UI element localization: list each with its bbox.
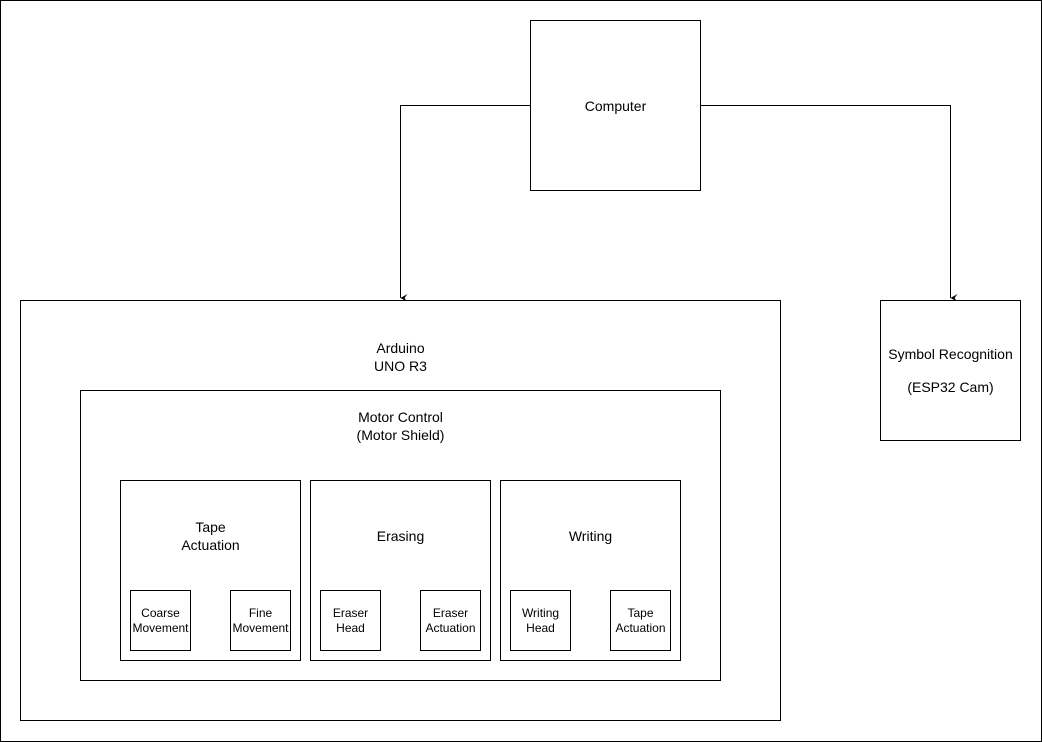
eraser-actuation-node[interactable]: Eraser Actuation <box>420 590 481 651</box>
writing-group[interactable]: Writing Writing Head Tape Actuation <box>500 480 681 661</box>
arduino-title: Arduino <box>376 340 425 356</box>
writing-head-label-2: Head <box>526 620 555 635</box>
computer-label: Computer <box>584 97 647 114</box>
writing-title: Writing <box>568 528 613 544</box>
writing-head-node[interactable]: Writing Head <box>510 590 571 651</box>
writing-tape-actuation-label-2: Actuation <box>615 620 666 635</box>
coarse-movement-label-2: Movement <box>132 620 189 635</box>
connector-computer-to-symbol-recognition <box>700 105 958 302</box>
motor-control-title: Motor Control <box>358 409 443 425</box>
symbol-recognition-subtitle: (ESP32 Cam) <box>907 378 994 395</box>
eraser-head-label-2: Head <box>336 620 365 635</box>
motor-control-node[interactable]: Motor Control (Motor Shield) Tape Actuat… <box>80 390 721 681</box>
symbol-recognition-title: Symbol Recognition <box>888 345 1013 362</box>
tape-actuation-title-2: Actuation <box>181 537 240 553</box>
fine-movement-label-2: Movement <box>232 620 289 635</box>
erasing-title: Erasing <box>376 528 425 544</box>
connector-computer-to-arduino <box>400 105 530 302</box>
arduino-subtitle: UNO R3 <box>374 358 427 374</box>
symbol-recognition-node[interactable]: Symbol Recognition (ESP32 Cam) <box>880 300 1021 441</box>
eraser-actuation-label-1: Eraser <box>432 605 469 620</box>
motor-control-subtitle: (Motor Shield) <box>356 427 445 443</box>
computer-node[interactable]: Computer <box>530 20 701 191</box>
fine-movement-label-1: Fine <box>248 605 273 620</box>
eraser-head-node[interactable]: Eraser Head <box>320 590 381 651</box>
writing-tape-actuation-label-1: Tape <box>627 605 654 620</box>
coarse-movement-node[interactable]: Coarse Movement <box>130 590 191 651</box>
writing-tape-actuation-node[interactable]: Tape Actuation <box>610 590 671 651</box>
eraser-head-label-1: Eraser <box>332 605 369 620</box>
erasing-group[interactable]: Erasing Eraser Head Eraser Actuation <box>310 480 491 661</box>
arduino-node[interactable]: Arduino UNO R3 Motor Control (Motor Shie… <box>20 300 781 721</box>
writing-head-label-1: Writing <box>521 605 560 620</box>
tape-actuation-title: Tape <box>195 519 226 535</box>
fine-movement-node[interactable]: Fine Movement <box>230 590 291 651</box>
eraser-actuation-label-2: Actuation <box>425 620 476 635</box>
coarse-movement-label-1: Coarse <box>141 605 180 620</box>
tape-actuation-group[interactable]: Tape Actuation Coarse Movement Fine Move… <box>120 480 301 661</box>
